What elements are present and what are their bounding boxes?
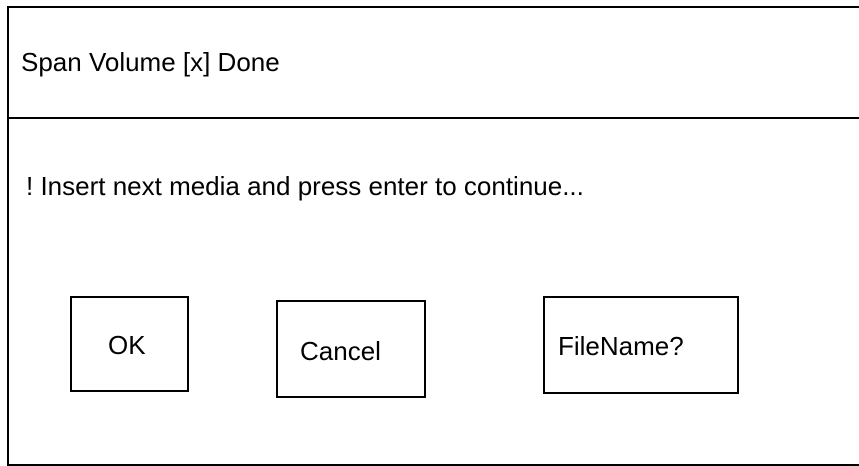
dialog-title-bar: Span Volume [x] Done (7, 6, 859, 119)
cancel-button[interactable]: Cancel (276, 300, 426, 398)
dialog-message: ! Insert next media and press enter to c… (26, 171, 584, 201)
ok-button[interactable]: OK (70, 296, 189, 392)
dialog-title: Span Volume [x] Done (21, 47, 280, 77)
filename-button-label: FileName? (558, 331, 684, 361)
filename-button[interactable]: FileName? (543, 296, 739, 394)
cancel-button-label: Cancel (300, 336, 381, 366)
ok-button-label: OK (108, 330, 146, 360)
